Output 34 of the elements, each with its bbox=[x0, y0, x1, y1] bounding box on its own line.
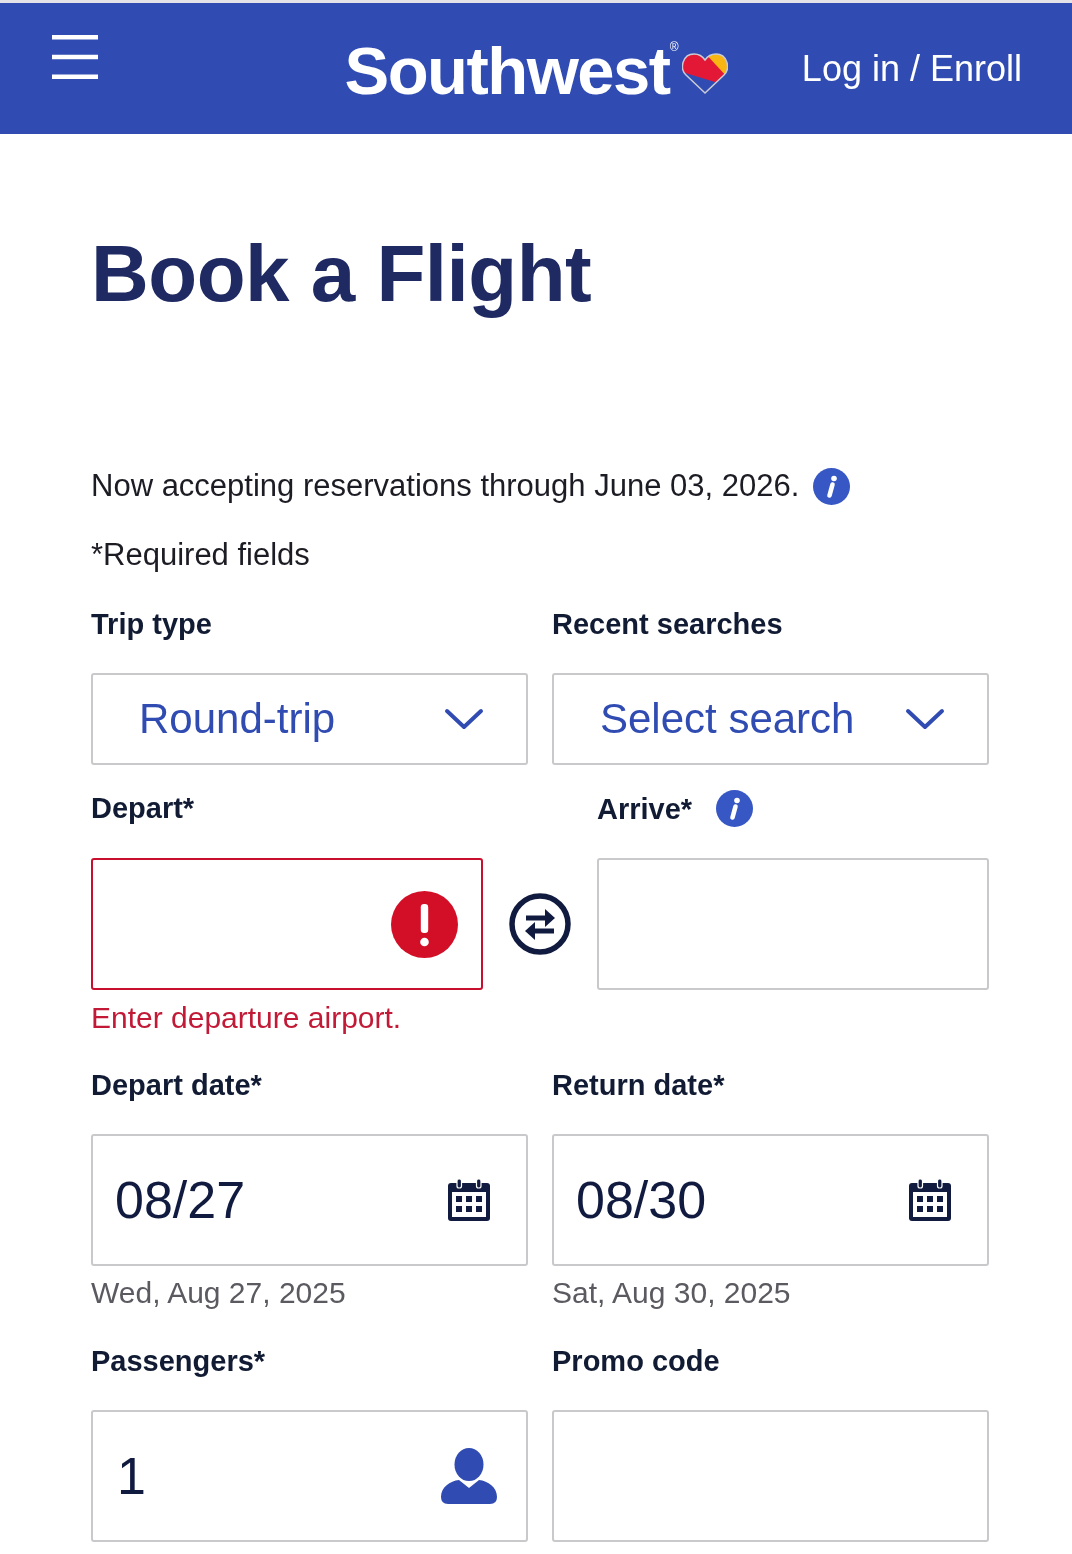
field-label: Depart* bbox=[91, 791, 195, 826]
depart-airport-field[interactable] bbox=[91, 858, 483, 990]
error-icon bbox=[391, 890, 458, 958]
depart-date-field[interactable]: 08/27 bbox=[91, 1134, 528, 1266]
field-label: Passengers* bbox=[91, 1344, 266, 1379]
swap-icon[interactable] bbox=[509, 893, 571, 955]
field-label: Trip type bbox=[91, 607, 212, 642]
info-icon[interactable] bbox=[716, 790, 754, 827]
arrive-airport-field[interactable] bbox=[597, 858, 989, 990]
info-icon[interactable] bbox=[813, 467, 851, 505]
field-label: Return date* bbox=[552, 1068, 725, 1103]
login-link[interactable]: Log in / Enroll bbox=[801, 47, 1022, 89]
error-message: Enter departure airport. bbox=[91, 1000, 402, 1036]
person-icon bbox=[440, 1448, 498, 1504]
field-label: Arrive* bbox=[597, 791, 693, 827]
date-caption: Wed, Aug 27, 2025 bbox=[91, 1275, 346, 1311]
logo-wordmark[interactable]: Southwest$^{®}$ bbox=[344, 37, 679, 104]
chevron-down-icon bbox=[444, 708, 484, 730]
notice-text: Now accepting reservations through June 03, 2026. bbox=[91, 467, 800, 505]
calendar-icon[interactable] bbox=[908, 1178, 952, 1222]
return-date-field[interactable]: 08/30 bbox=[552, 1134, 989, 1266]
chevron-down-icon bbox=[905, 708, 945, 730]
trip-type-dropdown[interactable]: Round-trip bbox=[91, 673, 528, 765]
field-label: Depart date* bbox=[91, 1068, 262, 1103]
required-fields-note: *Required fields bbox=[91, 536, 311, 574]
promo-code-field[interactable] bbox=[552, 1410, 989, 1542]
menu-icon[interactable] bbox=[52, 35, 98, 79]
field-label: Recent searches bbox=[552, 607, 783, 642]
date-caption: Sat, Aug 30, 2025 bbox=[552, 1275, 791, 1311]
passengers-field[interactable]: 1 bbox=[91, 1410, 528, 1542]
field-label: Promo code bbox=[552, 1344, 720, 1379]
calendar-icon[interactable] bbox=[447, 1178, 491, 1222]
recent-searches-dropdown[interactable]: Select search bbox=[552, 673, 989, 765]
page-title: Book a Flight bbox=[91, 228, 593, 320]
